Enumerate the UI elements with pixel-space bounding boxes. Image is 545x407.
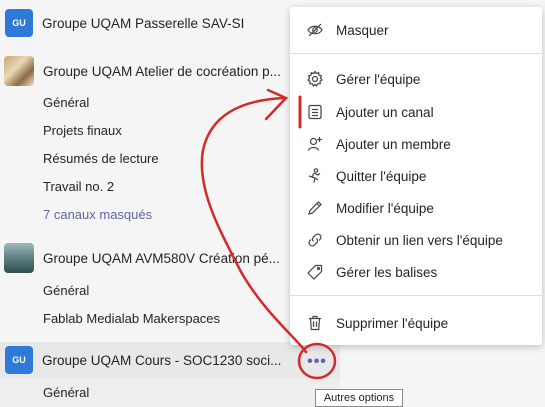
menu-divider: [290, 53, 542, 54]
team-name: Groupe UQAM Atelier de cocréation p...: [43, 63, 281, 79]
menu-item-label: Ajouter un membre: [336, 136, 451, 152]
menu-item-label: Ajouter un canal: [336, 104, 434, 120]
tooltip: Autres options: [315, 389, 403, 407]
team-avatar: GU: [5, 346, 33, 374]
menu-item-manage-tags[interactable]: Gérer les balises: [290, 257, 542, 287]
menu-item-label: Supprimer l'équipe: [336, 315, 449, 331]
team-avatar-image: [4, 243, 34, 273]
team-context-menu: Masquer Gérer l'équipe Ajouter un canal …: [290, 7, 542, 345]
teams-list: GU Groupe UQAM Passerelle SAV-SI Groupe …: [0, 0, 340, 407]
leave-icon: [306, 167, 324, 185]
team-avatar-image: [4, 56, 34, 86]
team-row-atelier[interactable]: Groupe UQAM Atelier de cocréation p...: [0, 53, 340, 89]
menu-item-label: Quitter l'équipe: [336, 168, 427, 184]
team-row-avm580v[interactable]: Groupe UQAM AVM580V Création pé...: [0, 240, 340, 276]
channel-row[interactable]: Général: [0, 378, 340, 407]
menu-item-label: Gérer les balises: [336, 264, 438, 280]
trash-icon: [306, 314, 324, 332]
link-icon: [306, 231, 324, 249]
add-person-icon: [306, 135, 324, 153]
menu-item-label: Modifier l'équipe: [336, 200, 434, 216]
gear-icon: [306, 70, 324, 88]
menu-item-label: Gérer l'équipe: [336, 71, 421, 87]
menu-item-label: Masquer: [336, 22, 389, 38]
hidden-channels-link[interactable]: 7 canaux masqués: [43, 207, 152, 222]
channel-general[interactable]: Général: [43, 283, 89, 298]
channel-resumes-lecture[interactable]: Résumés de lecture: [43, 151, 159, 166]
menu-item-add-channel[interactable]: Ajouter un canal: [290, 97, 542, 127]
team-avatar: GU: [5, 9, 33, 37]
menu-divider: [290, 295, 542, 296]
team-name: Groupe UQAM Passerelle SAV-SI: [42, 15, 245, 31]
channel-projets-finaux[interactable]: Projets finaux: [43, 123, 122, 138]
team-row-passerelle[interactable]: GU Groupe UQAM Passerelle SAV-SI: [0, 5, 340, 41]
channel-fablab[interactable]: Fablab Medialab Makerspaces: [43, 311, 220, 326]
team-row-soc1230[interactable]: GU Groupe UQAM Cours - SOC1230 soci...: [0, 342, 340, 378]
menu-item-label: Obtenir un lien vers l'équipe: [336, 232, 503, 248]
team-name: Groupe UQAM AVM580V Création pé...: [43, 250, 280, 266]
channel-general[interactable]: Général: [43, 385, 89, 400]
menu-item-hide[interactable]: Masquer: [290, 15, 542, 45]
channel-general[interactable]: Général: [43, 95, 89, 110]
menu-item-manage-team[interactable]: Gérer l'équipe: [290, 64, 542, 94]
menu-item-get-link[interactable]: Obtenir un lien vers l'équipe: [290, 225, 542, 255]
tag-icon: [306, 263, 324, 281]
eye-slash-icon: [306, 21, 324, 39]
channel-travail-2[interactable]: Travail no. 2: [43, 179, 114, 194]
team-name: Groupe UQAM Cours - SOC1230 soci...: [42, 352, 282, 368]
more-options-button[interactable]: •••: [305, 350, 329, 374]
menu-item-edit-team[interactable]: Modifier l'équipe: [290, 193, 542, 223]
pencil-icon: [306, 199, 324, 217]
menu-item-add-member[interactable]: Ajouter un membre: [290, 129, 542, 159]
menu-item-delete-team[interactable]: Supprimer l'équipe: [290, 308, 542, 338]
menu-item-leave-team[interactable]: Quitter l'équipe: [290, 161, 542, 191]
channel-icon: [306, 103, 324, 121]
